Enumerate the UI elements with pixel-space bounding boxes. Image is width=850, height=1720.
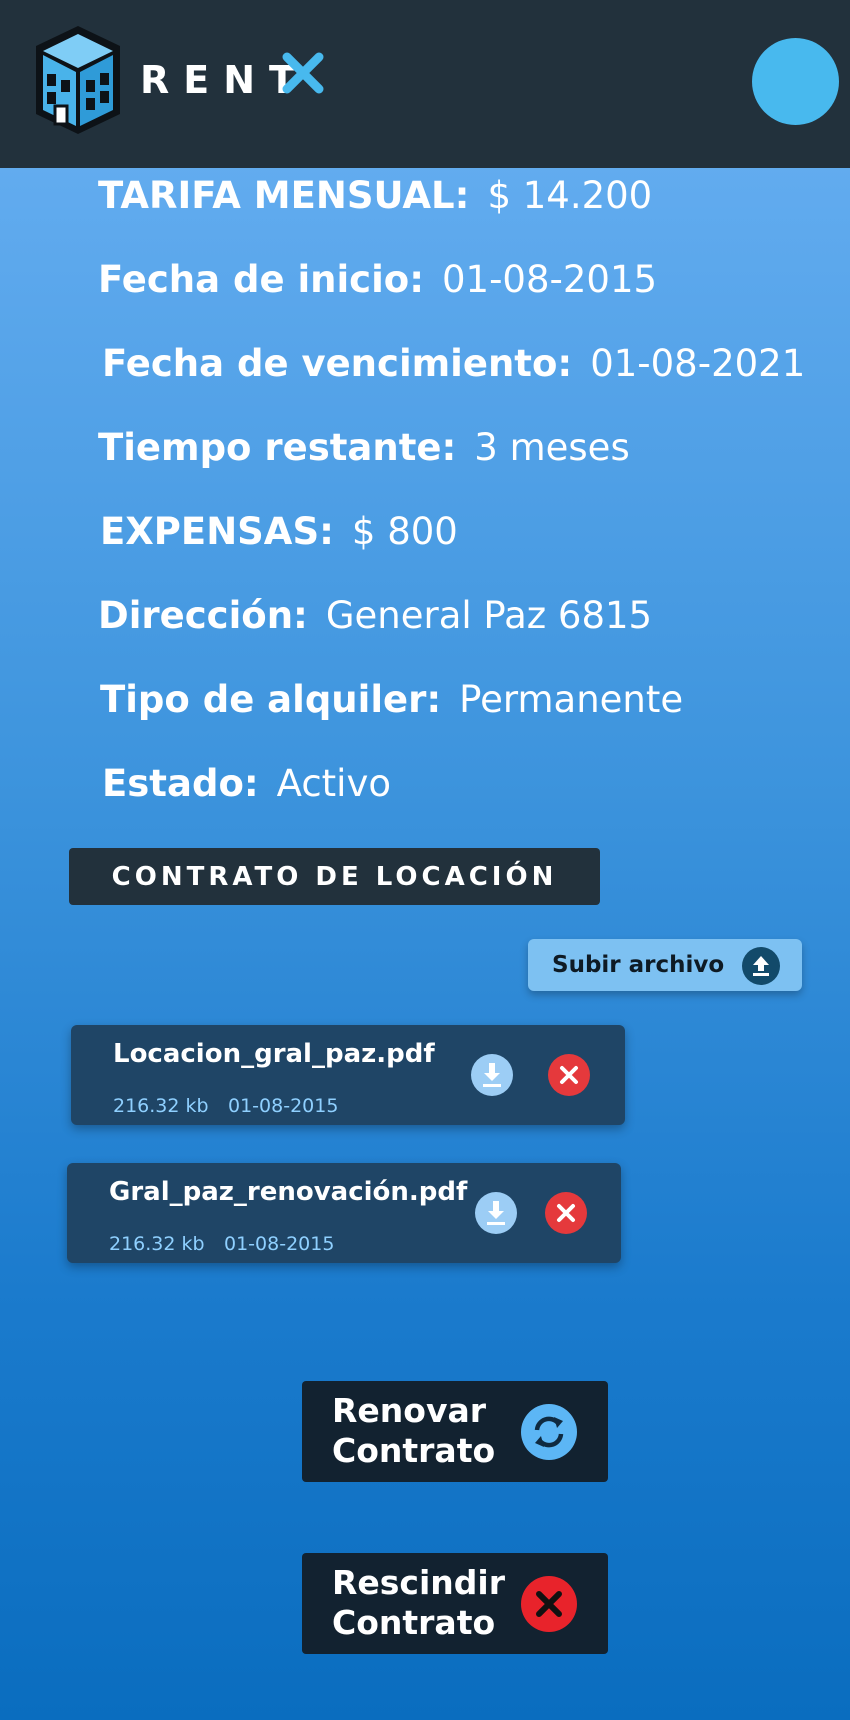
field-label: Tipo de alquiler: bbox=[100, 678, 442, 721]
user-avatar[interactable] bbox=[752, 38, 839, 125]
download-icon[interactable] bbox=[475, 1192, 517, 1234]
x-mark-icon bbox=[282, 52, 324, 94]
field-end-date: Fecha de vencimiento: 01-08-2021 bbox=[102, 342, 805, 385]
upload-button-label: Subir archivo bbox=[552, 952, 725, 978]
field-value: 01-08-2015 bbox=[442, 258, 658, 301]
field-value: 01-08-2021 bbox=[590, 342, 806, 385]
renew-contract-button[interactable]: Renovar Contrato bbox=[302, 1381, 608, 1482]
renew-contract-label: Renovar Contrato bbox=[332, 1391, 496, 1470]
file-date: 01-08-2015 bbox=[228, 1095, 339, 1117]
file-name: Locacion_gral_paz.pdf bbox=[113, 1039, 435, 1069]
field-rental-type: Tipo de alquiler: Permanente bbox=[100, 678, 683, 721]
field-monthly-rate: TARIFA MENSUAL: $ 14.200 bbox=[98, 174, 652, 217]
field-label: EXPENSAS: bbox=[100, 510, 334, 553]
building-icon bbox=[36, 26, 120, 134]
field-value: Permanente bbox=[459, 678, 684, 721]
field-value: General Paz 6815 bbox=[325, 594, 653, 637]
upload-icon bbox=[742, 947, 780, 985]
brand-logo: RENT bbox=[140, 50, 324, 110]
cancel-contract-button[interactable]: Rescindir Contrato bbox=[302, 1553, 608, 1654]
file-name: Gral_paz_renovación.pdf bbox=[109, 1177, 468, 1207]
field-value: $ 800 bbox=[351, 510, 458, 553]
field-label: Fecha de inicio: bbox=[98, 258, 424, 301]
field-start-date: Fecha de inicio: 01-08-2015 bbox=[98, 258, 657, 301]
field-value: 3 meses bbox=[474, 426, 630, 469]
field-time-remaining: Tiempo restante: 3 meses bbox=[98, 426, 630, 469]
close-icon bbox=[521, 1576, 577, 1632]
cancel-contract-label: Rescindir Contrato bbox=[332, 1563, 506, 1642]
upload-file-button[interactable]: Subir archivo bbox=[528, 939, 802, 991]
field-label: Tiempo restante: bbox=[98, 426, 457, 469]
file-size: 216.32 kb bbox=[113, 1095, 209, 1117]
field-expenses: EXPENSAS: $ 800 bbox=[100, 510, 458, 553]
field-value: Activo bbox=[276, 762, 391, 805]
field-label: Estado: bbox=[102, 762, 259, 805]
field-label: Dirección: bbox=[98, 594, 308, 637]
file-card[interactable]: Gral_paz_renovación.pdf 216.32 kb 01-08-… bbox=[67, 1163, 621, 1263]
delete-icon[interactable] bbox=[545, 1192, 587, 1234]
file-size: 216.32 kb bbox=[109, 1233, 205, 1255]
field-label: Fecha de vencimiento: bbox=[102, 342, 573, 385]
file-card[interactable]: Locacion_gral_paz.pdf 216.32 kb 01-08-20… bbox=[71, 1025, 625, 1125]
refresh-icon bbox=[521, 1404, 577, 1460]
download-icon[interactable] bbox=[471, 1054, 513, 1096]
field-status: Estado: Activo bbox=[102, 762, 391, 805]
field-value: $ 14.200 bbox=[487, 174, 653, 217]
delete-icon[interactable] bbox=[548, 1054, 590, 1096]
section-title-lease-contract: CONTRATO DE LOCACIÓN bbox=[69, 848, 600, 905]
file-date: 01-08-2015 bbox=[224, 1233, 335, 1255]
app-header: RENT bbox=[0, 0, 850, 168]
field-address: Dirección: General Paz 6815 bbox=[98, 594, 652, 637]
field-label: TARIFA MENSUAL: bbox=[98, 174, 470, 217]
